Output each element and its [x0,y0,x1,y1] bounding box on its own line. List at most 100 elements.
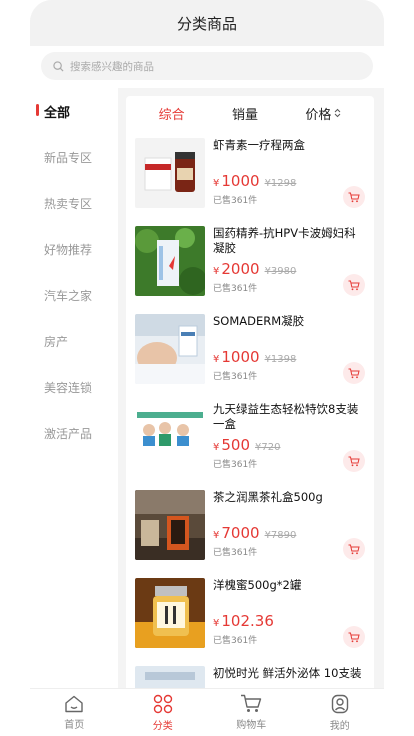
product-name: 九天绿益生态轻松特饮8支装一盒 [213,402,359,431]
product-image [135,314,205,384]
sidebar-item-label: 新品专区 [44,150,93,165]
add-to-cart-button[interactable] [343,362,365,384]
product-name: 虾青素一疗程两盒 [213,138,305,152]
cart-icon [348,192,360,202]
currency-symbol: ¥ [213,354,220,365]
sold-count: 已售361件 [213,372,258,382]
sidebar-item-activation[interactable]: 激活产品 [30,410,118,456]
sidebar-item-label: 好物推荐 [44,242,93,257]
sidebar-item-auto[interactable]: 汽车之家 [30,272,118,318]
sidebar-item-label: 全部 [44,105,71,121]
original-price: ¥1398 [264,354,297,365]
sidebar-item-hot[interactable]: 热卖专区 [30,180,118,226]
price-row: ¥ 500 ¥720 [213,436,280,454]
currency-symbol: ¥ [213,178,220,189]
product-item[interactable]: 九天绿益生态轻松特饮8支装一盒 ¥ 500 ¥720 已售361件 [135,394,365,482]
product-price: 1000 [221,348,260,366]
product-info: 虾青素一疗程两盒 ¥ 1000 ¥1298 已售361件 [213,138,365,208]
product-name: 初悦时光 鲜活外泌体 10支装 [213,666,362,680]
category-sidebar: 全部 新品专区 热卖专区 好物推荐 汽车之家 房产 美容连锁 激活产品 [30,88,118,688]
sidebar-item-label: 激活产品 [44,426,93,441]
product-item[interactable]: SOMADERM凝胶 ¥ 1000 ¥1398 已售361件 [135,306,365,394]
sidebar-item-beauty[interactable]: 美容连锁 [30,364,118,410]
original-price: ¥3980 [264,266,297,277]
product-item[interactable]: 虾青素一疗程两盒 ¥ 1000 ¥1298 已售361件 [135,130,365,218]
tab-category[interactable]: 分类 [119,689,208,736]
price-row: ¥ 1000 ¥1298 [213,172,296,190]
sort-arrows-icon [334,108,341,118]
sort-sales[interactable]: 销量 [232,104,258,123]
product-name: 洋槐蜜500g*2罐 [213,578,302,592]
original-price: ¥1298 [264,178,297,189]
tab-cart[interactable]: 购物车 [207,689,296,736]
sidebar-item-label: 汽车之家 [44,288,93,303]
currency-symbol: ¥ [213,530,220,541]
product-info: SOMADERM凝胶 ¥ 1000 ¥1398 已售361件 [213,314,365,384]
cart-icon [348,632,360,642]
tab-category-label: 分类 [152,720,173,732]
add-to-cart-button[interactable] [343,538,365,560]
product-item[interactable]: 洋槐蜜500g*2罐 ¥ 102.36 已售361件 [135,570,365,658]
add-to-cart-button[interactable] [343,450,365,472]
product-item[interactable]: 初悦时光 鲜活外泌体 10支装 [135,658,365,688]
product-price: 1000 [221,172,260,190]
product-name: 国药精养-抗HPV卡波姆妇科凝胶 [213,226,356,255]
original-price: ¥7890 [264,530,297,541]
product-item[interactable]: 茶之润黑茶礼盒500g ¥ 7000 ¥7890 已售361件 [135,482,365,570]
search-icon [53,57,64,76]
sold-count: 已售361件 [213,548,258,558]
tab-mine[interactable]: 我的 [296,689,385,736]
price-row: ¥ 1000 ¥1398 [213,348,296,366]
cart-icon [348,280,360,290]
user-icon [331,694,348,713]
sidebar-item-label: 美容连锁 [44,380,93,395]
top-bar: 分类商品 [30,0,384,46]
cart-icon [348,456,360,466]
product-image [135,402,205,472]
sidebar-item-realestate[interactable]: 房产 [30,318,118,364]
product-item[interactable]: 国药精养-抗HPV卡波姆妇科凝胶 ¥ 2000 ¥3980 已售361件 [135,218,365,306]
product-price: 102.36 [221,612,274,630]
sidebar-item-all[interactable]: 全部 [30,88,118,134]
product-main: 综合 销量 价格 虾青素一疗程两盒 ¥ 1000 ¥1298 已售361件 国药… [118,88,384,688]
product-image [135,666,205,688]
add-to-cart-button[interactable] [343,626,365,648]
product-image [135,138,205,208]
sort-price[interactable]: 价格 [305,104,341,123]
original-price: ¥720 [255,442,281,453]
cart-icon [348,368,360,378]
currency-symbol: ¥ [213,442,220,453]
tab-home[interactable]: 首页 [30,689,119,736]
sidebar-item-label: 热卖专区 [44,196,93,211]
home-icon [65,695,83,712]
price-row: ¥ 2000 ¥3980 [213,260,296,278]
product-name: 茶之润黑茶礼盒500g [213,490,323,504]
product-name: SOMADERM凝胶 [213,314,305,328]
category-grid-icon [153,694,172,713]
product-price: 2000 [221,260,260,278]
product-price: 500 [221,436,251,454]
search-placeholder: 搜索感兴趣的商品 [70,60,154,73]
page-title: 分类商品 [176,14,237,33]
sidebar-item-new[interactable]: 新品专区 [30,134,118,180]
product-info: 国药精养-抗HPV卡波姆妇科凝胶 ¥ 2000 ¥3980 已售361件 [213,226,365,296]
sidebar-item-recommend[interactable]: 好物推荐 [30,226,118,272]
content-area: 全部 新品专区 热卖专区 好物推荐 汽车之家 房产 美容连锁 激活产品 综合 销… [30,88,384,688]
add-to-cart-button[interactable] [343,186,365,208]
tab-home-label: 首页 [64,719,85,731]
sort-composite[interactable]: 综合 [159,104,185,123]
search-input[interactable]: 搜索感兴趣的商品 [41,52,373,80]
product-price: 7000 [221,524,260,542]
product-image [135,578,205,648]
price-row: ¥ 102.36 [213,612,279,630]
product-info: 九天绿益生态轻松特饮8支装一盒 ¥ 500 ¥720 已售361件 [213,402,365,472]
add-to-cart-button[interactable] [343,274,365,296]
product-info: 初悦时光 鲜活外泌体 10支装 [213,666,365,688]
cart-icon [348,544,360,554]
price-row: ¥ 7000 ¥7890 [213,524,296,542]
cart-icon [241,694,262,712]
product-panel: 综合 销量 价格 虾青素一疗程两盒 ¥ 1000 ¥1298 已售361件 国药… [126,96,374,688]
sold-count: 已售361件 [213,636,258,646]
product-info: 茶之润黑茶礼盒500g ¥ 7000 ¥7890 已售361件 [213,490,365,560]
app-screen: 分类商品 搜索感兴趣的商品 全部 新品专区 热卖专区 好物推荐 汽车之家 房产 … [30,0,384,736]
